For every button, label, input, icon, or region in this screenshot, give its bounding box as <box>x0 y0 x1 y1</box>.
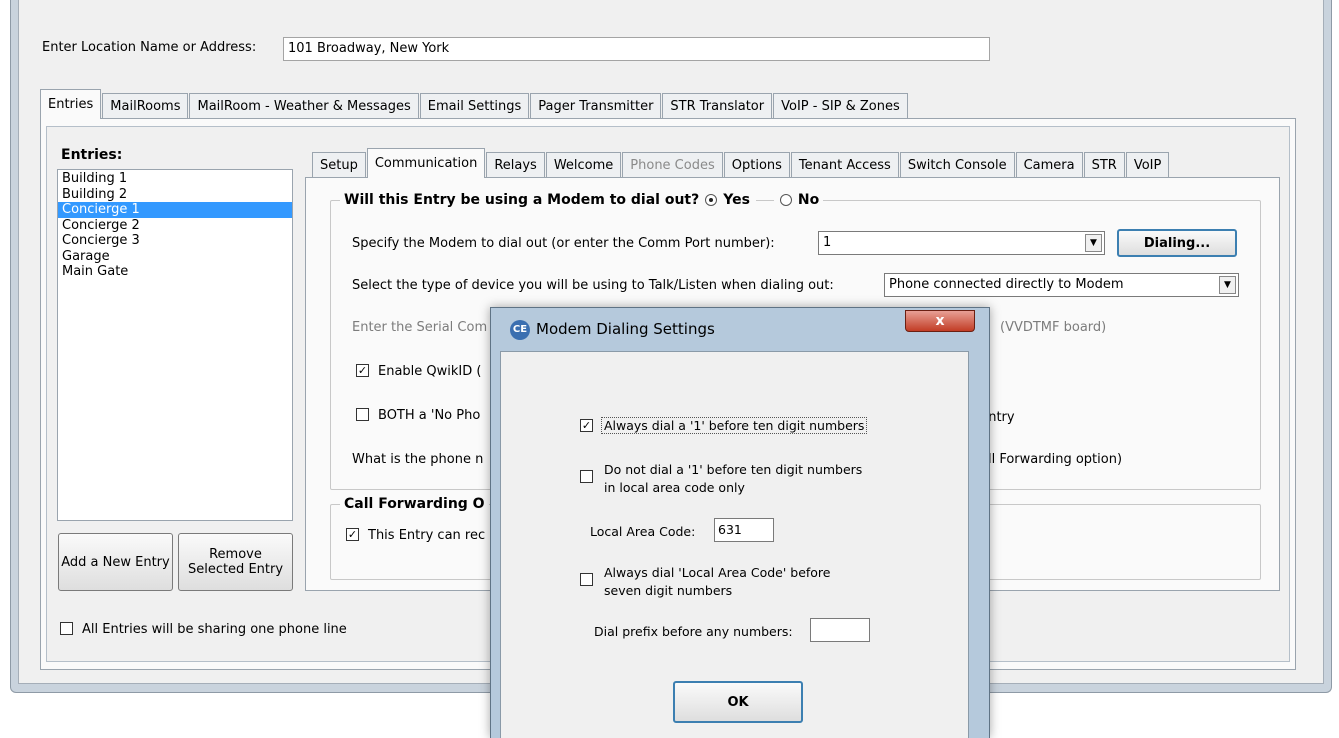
dial-prefix-label: Dial prefix before any numbers: <box>594 624 793 639</box>
do-not-dial-1-label-line2: in local area code only <box>604 480 745 495</box>
dialing-button[interactable]: Dialing... <box>1117 229 1237 257</box>
chevron-down-icon[interactable]: ▼ <box>1085 234 1102 252</box>
serial-label: Enter the Serial Com <box>352 320 488 335</box>
do-not-dial-1-label: Do not dial a '1' before ten digit numbe… <box>604 462 863 477</box>
always-dial-1-checkbox[interactable]: ✓ <box>580 419 593 432</box>
yes-label: Yes <box>723 192 750 208</box>
tab-entries[interactable]: Entries <box>40 89 102 119</box>
list-item[interactable]: Garage <box>58 249 292 265</box>
dial-prefix-input[interactable] <box>810 618 870 642</box>
list-item[interactable]: Main Gate <box>58 264 292 280</box>
location-input[interactable]: 101 Broadway, New York <box>283 37 990 61</box>
tab-email-settings[interactable]: Email Settings <box>419 93 530 119</box>
tab-pager-transmitter[interactable]: Pager Transmitter <box>530 93 662 119</box>
tab-setup[interactable]: Setup <box>312 152 366 178</box>
tab-switch-console[interactable]: Switch Console <box>899 152 1015 178</box>
qwikid-label: Enable QwikID ( <box>378 364 482 379</box>
local-area-code-label: Local Area Code: <box>590 524 696 539</box>
serial-label-suffix: (VVDTMF board) <box>1000 320 1107 335</box>
share-line-checkbox[interactable] <box>60 622 73 635</box>
tab-voip[interactable]: VoIP <box>1125 152 1170 178</box>
tab-str[interactable]: STR <box>1083 152 1125 178</box>
tab-str-translator[interactable]: STR Translator <box>662 93 773 119</box>
tab-options[interactable]: Options <box>723 152 790 178</box>
remove-entry-button[interactable]: Remove Selected Entry <box>178 533 293 591</box>
list-item[interactable]: Concierge 3 <box>58 233 292 249</box>
chevron-down-icon[interactable]: ▼ <box>1219 276 1236 294</box>
dialog-title: Modem Dialing Settings <box>536 320 715 338</box>
list-item-selected[interactable]: Concierge 1 <box>58 202 292 218</box>
call-forwarding-checkbox[interactable]: ✓ <box>346 528 359 541</box>
tab-phone-codes[interactable]: Phone Codes <box>622 152 723 178</box>
no-radio[interactable] <box>779 194 792 206</box>
divider <box>755 199 774 201</box>
add-entry-button[interactable]: Add a New Entry <box>58 533 173 591</box>
list-item[interactable]: Building 1 <box>58 171 292 187</box>
location-label: Enter Location Name or Address: <box>42 40 257 55</box>
tab-relays[interactable]: Relays <box>486 152 545 178</box>
always-dial-area-code-label-line2: seven digit numbers <box>604 583 733 598</box>
tab-tenant-access[interactable]: Tenant Access <box>790 152 899 178</box>
tab-communication[interactable]: Communication <box>366 148 486 178</box>
do-not-dial-1-checkbox[interactable] <box>580 470 593 483</box>
local-area-code-input[interactable]: 631 <box>714 518 774 542</box>
modem-label: Specify the Modem to dial out (or enter … <box>352 236 775 251</box>
call-forwarding-label: This Entry can rec <box>368 528 486 543</box>
entries-list[interactable]: Building 1 Building 2 Concierge 1 Concie… <box>57 169 293 521</box>
close-icon[interactable]: x <box>905 310 975 332</box>
device-select-value: Phone connected directly to Modem <box>889 277 1124 292</box>
device-select[interactable]: Phone connected directly to Modem ▼ <box>884 273 1239 297</box>
outer-tab-bar: Entries MailRooms MailRoom - Weather & M… <box>40 89 909 119</box>
tab-voip-sip-zones[interactable]: VoIP - SIP & Zones <box>773 93 908 119</box>
always-dial-area-code-checkbox[interactable] <box>580 573 593 586</box>
yes-radio[interactable] <box>705 194 718 206</box>
qwikid-checkbox[interactable]: ✓ <box>356 364 369 377</box>
list-item[interactable]: Building 2 <box>58 187 292 203</box>
modem-select-value: 1 <box>823 235 832 250</box>
phone-label-suffix: all Forwarding option) <box>980 452 1123 467</box>
tab-mailrooms[interactable]: MailRooms <box>102 93 189 119</box>
modem-group-title: Will this Entry be using a Modem to dial… <box>340 192 824 208</box>
app-icon: CE <box>510 320 530 340</box>
dialog-client-area <box>500 351 969 738</box>
device-label: Select the type of device you will be us… <box>352 278 834 293</box>
modem-select[interactable]: 1 ▼ <box>818 231 1105 255</box>
tab-mailroom-weather[interactable]: MailRoom - Weather & Messages <box>189 93 419 119</box>
tab-camera[interactable]: Camera <box>1015 152 1083 178</box>
list-item[interactable]: Concierge 2 <box>58 218 292 234</box>
always-dial-1-label: Always dial a '1' before ten digit numbe… <box>601 417 868 434</box>
call-forwarding-title: Call Forwarding O <box>340 496 489 512</box>
both-checkbox[interactable] <box>356 408 369 421</box>
inner-tab-bar: Setup Communication Relays Welcome Phone… <box>312 148 1170 178</box>
ok-button[interactable]: OK <box>673 681 803 723</box>
modem-question: Will this Entry be using a Modem to dial… <box>344 192 700 208</box>
share-line-label: All Entries will be sharing one phone li… <box>82 622 347 637</box>
always-dial-area-code-label: Always dial 'Local Area Code' before <box>604 565 831 580</box>
phone-label: What is the phone n <box>352 452 484 467</box>
tab-welcome[interactable]: Welcome <box>545 152 622 178</box>
both-label: BOTH a 'No Pho <box>378 408 481 423</box>
entries-title: Entries: <box>61 147 123 163</box>
no-label: No <box>797 192 820 208</box>
